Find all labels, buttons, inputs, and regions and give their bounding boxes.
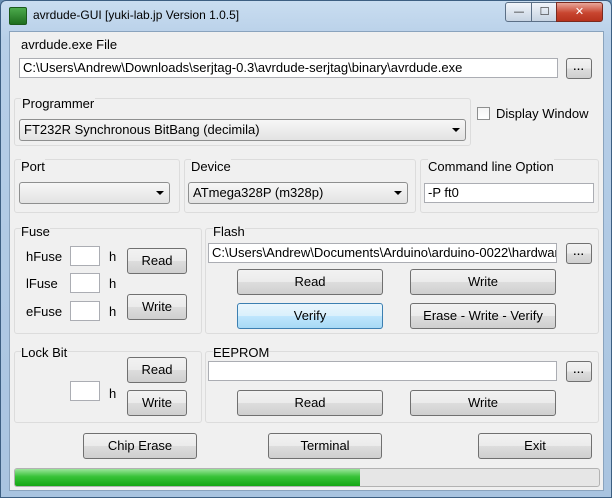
eeprom-label: EEPROM [213,345,270,360]
avrdude-file-label: avrdude.exe File [21,37,118,52]
device-selected-value: ATmega328P (m328p) [193,185,324,200]
title-bar[interactable]: avrdude-GUI [yuki-lab.jp Version 1.0.5] … [1,1,611,29]
fuse-write-button[interactable]: Write [127,294,187,320]
eeprom-write-button[interactable]: Write [410,390,556,416]
eeprom-browse-button[interactable]: ... [566,361,592,382]
avrdude-path-field[interactable]: C:\Users\Andrew\Downloads\serjtag-0.3\av… [19,58,558,78]
chevron-down-icon [156,191,164,195]
lockbit-write-button[interactable]: Write [127,390,187,416]
cmdline-label: Command line Option [428,159,554,174]
chevron-down-icon [394,191,402,195]
flash-path-field[interactable]: C:\Users\Andrew\Documents\Arduino\arduin… [208,243,557,263]
hfuse-label: hFuse [26,249,63,264]
device-select[interactable]: ATmega328P (m328p) [188,182,408,204]
efuse-input[interactable] [70,301,100,321]
fuse-label: Fuse [21,224,50,239]
chevron-down-icon [452,128,460,132]
flash-write-button[interactable]: Write [410,269,556,295]
flash-browse-button[interactable]: ... [566,243,592,264]
terminal-button[interactable]: Terminal [268,433,382,459]
flash-label: Flash [213,224,245,239]
lockbit-unit: h [109,386,117,401]
programmer-selected-value: FT232R Synchronous BitBang (decimila) [24,122,260,137]
lfuse-unit: h [109,276,117,291]
minimize-button[interactable]: — [505,2,533,22]
fuse-read-button[interactable]: Read [127,248,187,274]
lfuse-label: lFuse [26,276,58,291]
avrdude-browse-button[interactable]: ... [566,58,592,79]
port-label: Port [21,159,45,174]
display-window-checkbox[interactable] [477,107,490,120]
hfuse-input[interactable] [70,246,100,266]
eeprom-path-field[interactable] [208,361,557,381]
main-panel: avrdude.exe File C:\Users\Andrew\Downloa… [9,31,604,491]
lockbit-read-button[interactable]: Read [127,357,187,383]
flash-erase-write-verify-button[interactable]: Erase - Write - Verify [410,303,556,329]
lockbit-label: Lock Bit [21,345,68,360]
lockbit-input[interactable] [70,381,100,401]
exit-button[interactable]: Exit [478,433,592,459]
progress-bar [14,468,600,487]
eeprom-read-button[interactable]: Read [237,390,383,416]
app-window: avrdude-GUI [yuki-lab.jp Version 1.0.5] … [0,0,612,498]
app-icon [9,7,27,25]
device-label: Device [191,159,231,174]
maximize-button[interactable]: ☐ [531,2,558,22]
efuse-label: eFuse [26,304,63,319]
flash-read-button[interactable]: Read [237,269,383,295]
programmer-label: Programmer [21,96,96,111]
cmdline-input[interactable]: -P ft0 [424,183,594,203]
port-select[interactable] [19,182,170,204]
close-button[interactable]: ✕ [556,2,603,22]
display-window-label: Display Window [496,106,589,121]
chip-erase-button[interactable]: Chip Erase [83,433,197,459]
progress-fill [15,469,360,486]
efuse-unit: h [109,304,117,319]
lfuse-input[interactable] [70,273,100,293]
programmer-select[interactable]: FT232R Synchronous BitBang (decimila) [19,119,466,141]
flash-verify-button[interactable]: Verify [237,303,383,329]
hfuse-unit: h [109,249,117,264]
window-title: avrdude-GUI [yuki-lab.jp Version 1.0.5] [33,8,240,22]
